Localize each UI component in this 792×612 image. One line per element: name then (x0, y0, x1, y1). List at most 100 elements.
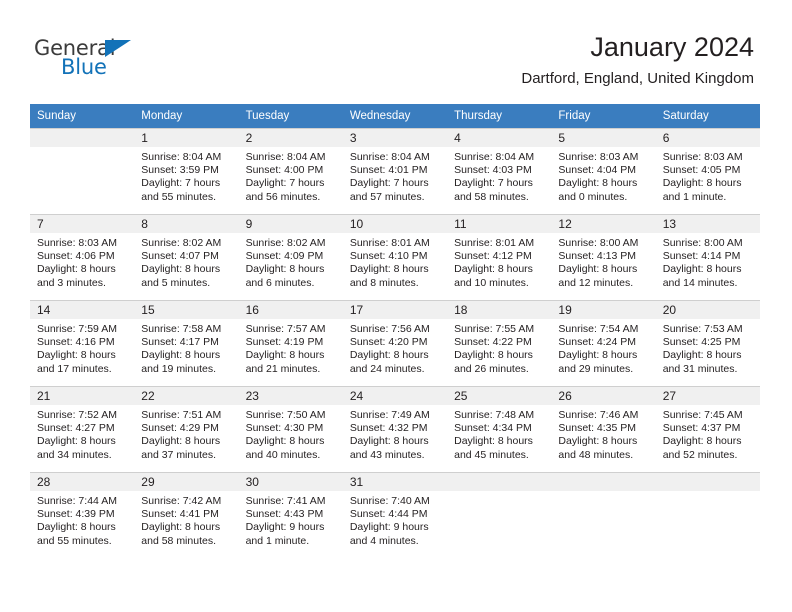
day-detail-line: and 37 minutes. (141, 448, 216, 461)
day-detail-line: Sunrise: 7:50 AM (245, 409, 326, 421)
day-detail-line: Sunset: 4:37 PM (662, 422, 741, 435)
day-detail-line: Daylight: 8 hours (558, 435, 638, 448)
day-detail-line: Sunset: 4:13 PM (558, 250, 637, 263)
day-detail-line: Sunset: 4:17 PM (141, 336, 219, 349)
day-detail-text: Sunrise: 7:49 AM Sunset: 4:32 PM Daylight:… (343, 405, 447, 462)
day-detail-line: Sunset: 4:43 PM (245, 508, 324, 521)
day-number: 1 (134, 129, 239, 147)
day-detail-text: Sunrise: 8:03 AM Sunset: 4:04 PM Daylight:… (551, 147, 655, 204)
day-number: 14 (30, 301, 135, 319)
day-number: 10 (342, 215, 448, 233)
day-detail-line: and 58 minutes. (141, 534, 216, 547)
day-detail-line: Sunset: 4:03 PM (454, 164, 532, 177)
day-detail-text: Sunrise: 8:02 AM Sunset: 4:09 PM Daylight:… (239, 233, 343, 290)
day-number: 25 (447, 387, 552, 405)
day-number: 2 (238, 129, 343, 147)
day-detail-text (656, 491, 760, 495)
calendar-week-row: 14 Sunrise: 7:59 AM Sunset: 4:16 PM Dayligh… (30, 300, 760, 386)
calendar-day-cell[interactable]: 17 Sunrise: 7:56 AM Sunset: 4:20 PM Dayligh… (342, 300, 448, 386)
day-number: 27 (655, 387, 760, 405)
calendar-day-cell[interactable]: 13 Sunrise: 8:00 AM Sunset: 4:14 PM Dayligh… (655, 214, 760, 300)
day-detail-line: and 12 minutes. (558, 276, 634, 289)
day-detail-line: and 10 minutes. (454, 276, 529, 289)
day-detail-line: and 24 minutes. (349, 362, 425, 375)
day-detail-line: Sunrise: 8:00 AM (558, 237, 639, 249)
calendar-day-cell[interactable]: 10 Sunrise: 8:01 AM Sunset: 4:10 PM Dayligh… (342, 214, 448, 300)
day-detail-line: and 14 minutes. (662, 276, 738, 289)
day-detail-line: Sunset: 4:25 PM (662, 336, 741, 349)
calendar-day-cell[interactable]: 5 Sunrise: 8:03 AM Sunset: 4:04 PM Daylight… (551, 128, 656, 214)
calendar-day-cell[interactable]: 25 Sunrise: 7:48 AM Sunset: 4:34 PM Dayligh… (447, 386, 552, 472)
day-detail-line: Sunrise: 8:03 AM (558, 151, 639, 163)
day-detail-line: Daylight: 8 hours (37, 263, 116, 276)
calendar-day-cell[interactable]: 11 Sunrise: 8:01 AM Sunset: 4:12 PM Dayligh… (447, 214, 552, 300)
calendar-day-cell[interactable]: 14 Sunrise: 7:59 AM Sunset: 4:16 PM Dayligh… (30, 300, 135, 386)
calendar-day-cell[interactable]: 18 Sunrise: 7:55 AM Sunset: 4:22 PM Dayligh… (447, 300, 552, 386)
day-detail-line: Sunset: 4:14 PM (662, 250, 741, 263)
calendar-day-cell[interactable]: 1 Sunrise: 8:04 AM Sunset: 3:59 PM Daylight… (134, 128, 239, 214)
calendar-day-cell[interactable]: 9 Sunrise: 8:02 AM Sunset: 4:09 PM Daylight… (238, 214, 343, 300)
calendar-day-cell[interactable]: 21 Sunrise: 7:52 AM Sunset: 4:27 PM Dayligh… (30, 386, 135, 472)
calendar-day-cell[interactable]: 7 Sunrise: 8:03 AM Sunset: 4:06 PM Daylight… (30, 214, 135, 300)
day-detail-text (30, 147, 134, 151)
day-detail-line: and 40 minutes. (245, 448, 321, 461)
day-detail-line: Daylight: 8 hours (454, 349, 533, 362)
calendar-day-cell[interactable]: 24 Sunrise: 7:49 AM Sunset: 4:32 PM Dayligh… (342, 386, 448, 472)
calendar-day-cell[interactable]: 27 Sunrise: 7:45 AM Sunset: 4:37 PM Dayligh… (655, 386, 760, 472)
calendar-day-cell[interactable]: 12 Sunrise: 8:00 AM Sunset: 4:13 PM Dayligh… (551, 214, 656, 300)
calendar-day-cell[interactable]: 6 Sunrise: 8:03 AM Sunset: 4:05 PM Daylight… (655, 128, 760, 214)
calendar-day-cell[interactable]: 19 Sunrise: 7:54 AM Sunset: 4:24 PM Dayligh… (551, 300, 656, 386)
day-detail-line: and 34 minutes. (37, 448, 112, 461)
day-detail-line: Sunrise: 7:45 AM (662, 409, 743, 421)
day-detail-line: Sunrise: 7:46 AM (558, 409, 639, 421)
day-detail-text: Sunrise: 7:57 AM Sunset: 4:19 PM Daylight:… (239, 319, 343, 376)
day-detail-line: Sunrise: 7:56 AM (349, 323, 430, 335)
day-detail-line: Sunset: 4:19 PM (245, 336, 324, 349)
day-detail-text: Sunrise: 7:50 AM Sunset: 4:30 PM Daylight:… (239, 405, 343, 462)
weekday-header-monday: Monday (134, 104, 239, 128)
calendar-day-cell[interactable]: 26 Sunrise: 7:46 AM Sunset: 4:35 PM Dayligh… (551, 386, 656, 472)
day-detail-line: Sunrise: 7:44 AM (37, 495, 117, 507)
day-detail-line: Daylight: 8 hours (245, 349, 325, 362)
day-number: 8 (134, 215, 239, 233)
calendar-day-cell[interactable]: 30 Sunrise: 7:41 AM Sunset: 4:43 PM Dayligh… (238, 472, 343, 558)
day-detail-line: Sunrise: 7:59 AM (37, 323, 117, 335)
day-number: 13 (655, 215, 760, 233)
calendar-day-cell[interactable]: 22 Sunrise: 7:51 AM Sunset: 4:29 PM Dayligh… (134, 386, 239, 472)
calendar-day-cell[interactable]: 29 Sunrise: 7:42 AM Sunset: 4:41 PM Dayligh… (134, 472, 239, 558)
calendar-day-cell[interactable]: 28 Sunrise: 7:44 AM Sunset: 4:39 PM Dayligh… (30, 472, 135, 558)
day-detail-text: Sunrise: 8:02 AM Sunset: 4:07 PM Daylight:… (134, 233, 238, 290)
calendar-day-cell[interactable]: 4 Sunrise: 8:04 AM Sunset: 4:03 PM Daylight… (447, 128, 552, 214)
page-title: January 2024 (590, 32, 754, 62)
day-number: 15 (134, 301, 239, 319)
weekday-header-friday: Friday (551, 104, 656, 128)
day-detail-line: and 3 minutes. (37, 276, 106, 289)
day-detail-text: Sunrise: 8:04 AM Sunset: 3:59 PM Daylight:… (134, 147, 238, 204)
day-detail-text: Sunrise: 7:59 AM Sunset: 4:16 PM Daylight:… (30, 319, 134, 376)
calendar-day-cell[interactable]: 3 Sunrise: 8:04 AM Sunset: 4:01 PM Daylight… (342, 128, 448, 214)
calendar-day-cell[interactable]: 16 Sunrise: 7:57 AM Sunset: 4:19 PM Dayligh… (238, 300, 343, 386)
day-detail-line: Sunset: 3:59 PM (141, 164, 219, 177)
calendar-week-row: 1 Sunrise: 8:04 AM Sunset: 3:59 PM Daylight… (30, 128, 760, 214)
day-detail-line: and 1 minute. (662, 190, 727, 203)
day-detail-line: Sunrise: 7:55 AM (454, 323, 535, 335)
day-detail-line: Sunset: 4:27 PM (37, 422, 115, 435)
day-detail-text: Sunrise: 7:44 AM Sunset: 4:39 PM Daylight:… (30, 491, 134, 548)
day-detail-text: Sunrise: 8:00 AM Sunset: 4:13 PM Daylight:… (551, 233, 655, 290)
day-detail-line: Sunrise: 7:51 AM (141, 409, 222, 421)
calendar-day-cell[interactable]: 15 Sunrise: 7:58 AM Sunset: 4:17 PM Dayligh… (134, 300, 239, 386)
calendar-day-cell[interactable]: 8 Sunrise: 8:02 AM Sunset: 4:07 PM Daylight… (134, 214, 239, 300)
day-detail-line: Daylight: 8 hours (349, 349, 429, 362)
day-detail-text: Sunrise: 7:53 AM Sunset: 4:25 PM Daylight:… (656, 319, 760, 376)
day-detail-line: Sunset: 4:22 PM (454, 336, 532, 349)
calendar-day-cell[interactable]: 23 Sunrise: 7:50 AM Sunset: 4:30 PM Dayligh… (238, 386, 343, 472)
general-blue-logo[interactable]: General Blue (34, 36, 164, 86)
weekday-header-sunday: Sunday (30, 104, 135, 128)
day-detail-line: and 31 minutes. (662, 362, 738, 375)
calendar-day-cell[interactable]: 20 Sunrise: 7:53 AM Sunset: 4:25 PM Dayligh… (655, 300, 760, 386)
title-block: January 2024 Dartford, England, United K… (521, 30, 754, 90)
calendar-day-cell[interactable]: 2 Sunrise: 8:04 AM Sunset: 4:00 PM Daylight… (238, 128, 343, 214)
calendar-day-cell[interactable]: 31 Sunrise: 7:40 AM Sunset: 4:44 PM Dayligh… (342, 472, 448, 558)
day-detail-text: Sunrise: 8:04 AM Sunset: 4:00 PM Daylight:… (239, 147, 343, 204)
day-detail-line: Daylight: 9 hours (349, 521, 429, 534)
